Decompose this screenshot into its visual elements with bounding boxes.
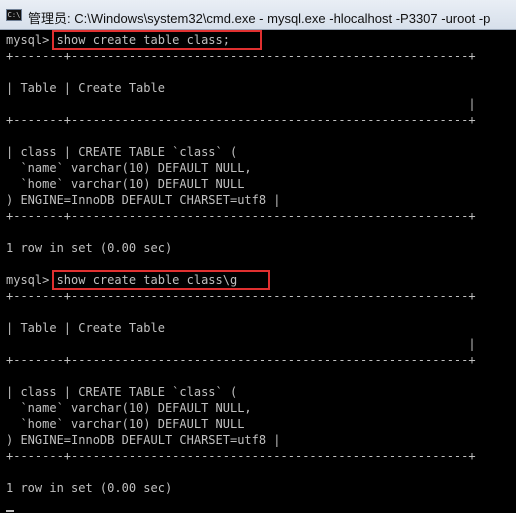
console-line: `home` varchar(10) DEFAULT NULL xyxy=(6,177,245,191)
console-line: `home` varchar(10) DEFAULT NULL xyxy=(6,417,245,431)
console-line: +-------+-------------------------------… xyxy=(6,49,476,63)
console-line: ) ENGINE=InnoDB DEFAULT CHARSET=utf8 | xyxy=(6,193,281,207)
console-line: mysql> show create table class; xyxy=(6,33,230,47)
console-output[interactable]: mysql> show create table class; +-------… xyxy=(0,30,516,513)
console-line: mysql> show create table class\g xyxy=(6,273,238,287)
console-line: +-------+-------------------------------… xyxy=(6,449,476,463)
console-line: | Table | Create Table xyxy=(6,321,165,335)
text-cursor xyxy=(6,510,14,512)
console-line: | xyxy=(6,97,476,111)
console-line: `name` varchar(10) DEFAULT NULL, xyxy=(6,161,252,175)
window-title: 管理员: C:\Windows\system32\cmd.exe - mysql… xyxy=(28,11,491,26)
console-line: ) ENGINE=InnoDB DEFAULT CHARSET=utf8 | xyxy=(6,433,281,447)
cmd-icon: C:\ xyxy=(6,9,22,21)
console-line: +-------+-------------------------------… xyxy=(6,353,476,367)
console-line: | xyxy=(6,337,476,351)
console-line: | class | CREATE TABLE `class` ( xyxy=(6,145,238,159)
console-line: 1 row in set (0.00 sec) xyxy=(6,241,173,255)
console-line: | class | CREATE TABLE `class` ( xyxy=(6,385,238,399)
console-line: +-------+-------------------------------… xyxy=(6,209,476,223)
console-line: +-------+-------------------------------… xyxy=(6,289,476,303)
console-line: | Table | Create Table xyxy=(6,81,165,95)
console-line: 1 row in set (0.00 sec) xyxy=(6,481,173,495)
console-line: +-------+-------------------------------… xyxy=(6,113,476,127)
console-line: `name` varchar(10) DEFAULT NULL, xyxy=(6,401,252,415)
title-bar[interactable]: C:\ 管理员: C:\Windows\system32\cmd.exe - m… xyxy=(0,0,516,30)
